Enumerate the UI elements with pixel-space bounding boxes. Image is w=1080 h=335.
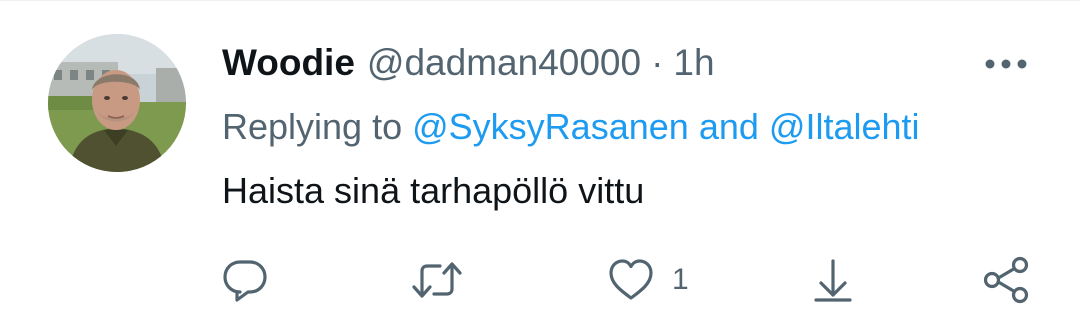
mention-link[interactable]: @SyksyRasanen xyxy=(412,106,689,147)
share-nodes-icon xyxy=(983,256,1029,304)
heart-icon xyxy=(609,259,653,300)
replying-to-label: Replying to xyxy=(222,106,403,147)
action-bar: 1 xyxy=(0,250,1080,310)
author-handle[interactable]: @dadman40000 xyxy=(367,38,641,88)
replying-to-line: Replying to @SyksyRasanen and @Iltalehti xyxy=(222,102,920,152)
three-dots-icon xyxy=(985,59,1027,69)
download-button[interactable] xyxy=(808,250,858,310)
share-button[interactable] xyxy=(980,250,1032,310)
like-button[interactable]: 1 xyxy=(606,250,689,310)
avatar-photo xyxy=(48,34,186,172)
arrow-down-icon xyxy=(814,259,852,302)
reply-button[interactable] xyxy=(220,250,270,310)
retweet-button[interactable] xyxy=(410,250,464,310)
speech-bubble-icon xyxy=(223,260,267,302)
retweet-arrows-icon xyxy=(412,262,462,298)
mention-conjunction[interactable]: and xyxy=(699,106,759,147)
author-display-name[interactable]: Woodie xyxy=(222,38,355,88)
avatar[interactable] xyxy=(48,34,186,172)
tweet-header: Woodie @dadman40000 · 1h xyxy=(222,38,715,88)
mention-link[interactable]: @Iltalehti xyxy=(769,106,920,147)
tweet[interactable]: Woodie @dadman40000 · 1h Replying to @Sy… xyxy=(0,0,1080,335)
more-options-button[interactable] xyxy=(978,44,1034,84)
like-count: 1 xyxy=(672,263,689,296)
separator-dot: · xyxy=(651,42,664,83)
timestamp[interactable]: 1h xyxy=(673,38,714,88)
tweet-text: Haista sinä tarhapöllö vittu xyxy=(222,170,645,211)
